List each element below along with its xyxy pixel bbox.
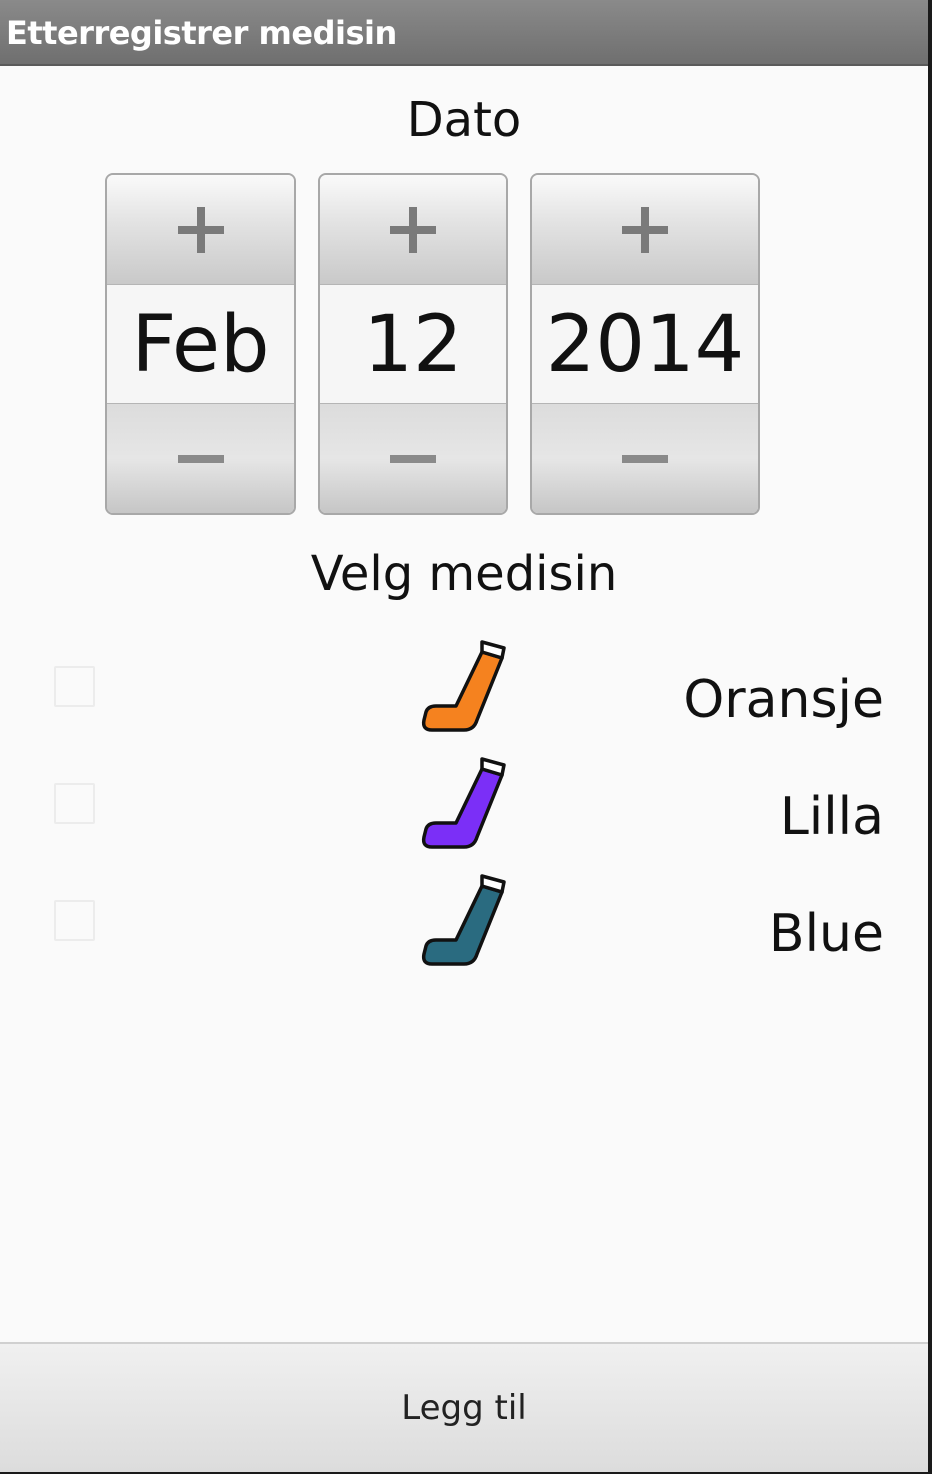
year-value[interactable]: 2014 [532,285,758,405]
medicine-name: Blue [768,904,884,964]
minus-icon [390,454,436,463]
add-button[interactable]: Legg til [0,1342,928,1472]
plus-icon [177,206,224,253]
day-decrement-button[interactable] [320,403,506,513]
plus-icon [622,206,668,253]
day-increment-button[interactable] [320,175,506,285]
medicine-row-oransje: Oransje [0,640,928,750]
inhaler-icon [421,874,506,966]
date-label: Dato [406,92,522,148]
minus-icon [622,454,668,463]
medicine-checkbox[interactable] [54,783,95,824]
dialog-title: Etterregistrer medisin [6,14,397,52]
minus-icon [177,454,224,463]
month-decrement-button[interactable] [107,403,294,513]
medicine-name: Oransje [683,670,884,730]
medicine-label: Velg medisin [310,546,618,602]
month-value[interactable]: Feb [107,285,294,405]
screen-edge [928,0,932,1474]
day-picker: 12 [318,173,508,515]
title-bar: Etterregistrer medisin [0,0,928,66]
dialog: Etterregistrer medisin Dato Feb 12 2014 … [0,0,928,1472]
year-increment-button[interactable] [532,175,758,285]
medicine-checkbox[interactable] [54,900,95,941]
medicine-row-lilla: Lilla [0,757,928,867]
inhaler-icon [421,640,506,732]
inhaler-icon [421,757,506,849]
year-picker: 2014 [530,173,760,515]
medicine-name: Lilla [779,787,884,847]
medicine-row-blue: Blue [0,874,928,984]
medicine-checkbox[interactable] [54,666,95,707]
plus-icon [390,206,436,253]
month-picker: Feb [105,173,296,515]
month-increment-button[interactable] [107,175,294,285]
year-decrement-button[interactable] [532,403,758,513]
day-value[interactable]: 12 [320,285,506,405]
